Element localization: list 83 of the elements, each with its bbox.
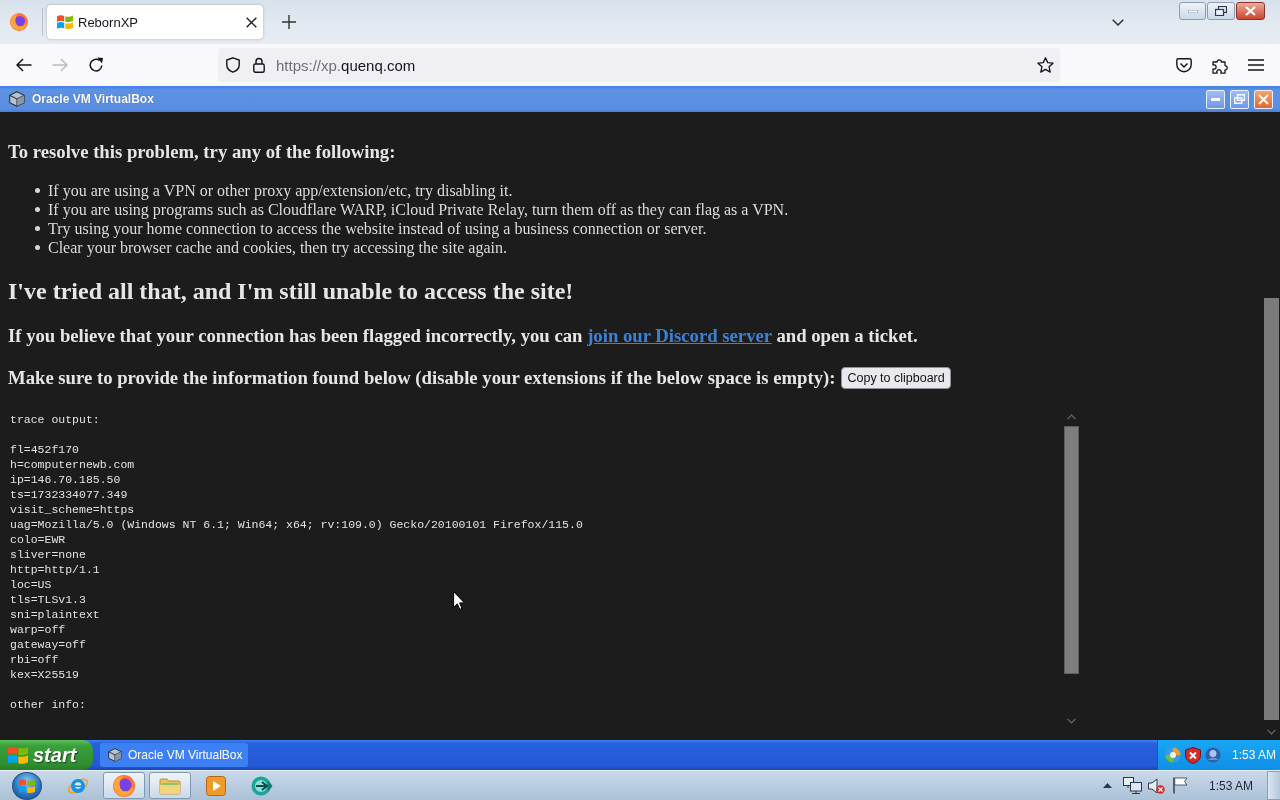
chevron-down-icon — [1066, 718, 1076, 724]
step-text: If you are using a VPN or other proxy app/extension/etc, try disabling it. — [48, 181, 513, 200]
start-button[interactable]: start — [0, 740, 93, 770]
tab-title: RebornXP — [78, 14, 138, 30]
cube-icon — [108, 748, 122, 762]
taskbar-app-button[interactable] — [103, 772, 145, 799]
lock-icon[interactable] — [253, 57, 265, 73]
mouse-pointer-icon — [453, 591, 465, 610]
help-heading: I've tried all that, and I'm still unable to access the site! — [8, 277, 574, 305]
circular-arrow-icon[interactable] — [88, 57, 104, 73]
close-icon — [1258, 93, 1269, 105]
menu-icon[interactable] — [1248, 59, 1264, 71]
trace-line: visit_scheme=https — [10, 502, 135, 517]
trace-section-title: other info: — [10, 697, 86, 712]
arrow-left-icon[interactable] — [16, 58, 32, 72]
url-text: https://xp.quenq.com — [276, 56, 416, 74]
trace-line: uag=Mozilla/5.0 (Windows NT 6.1; Win64; x64; rv:109.0) Gecko/20100101 Firefox/115.0 — [10, 517, 583, 532]
speaker-muted-icon[interactable] — [1147, 777, 1165, 794]
close-icon — [1245, 6, 1256, 16]
scrollbar-thumb[interactable] — [1063, 426, 1079, 674]
taskbar-button[interactable]: Oracle VM VirtualBox — [100, 743, 248, 767]
trace-line: rbi=off — [10, 652, 59, 667]
bullet-icon — [35, 188, 40, 193]
flag-logo-icon — [8, 745, 28, 765]
flag-icon[interactable] — [1172, 777, 1188, 794]
network-icon[interactable] — [1122, 777, 1142, 794]
clock-text: 1:53 AM — [1208, 778, 1253, 793]
start-orb-button[interactable] — [12, 771, 42, 800]
trace-section-title: trace output: — [10, 412, 100, 427]
address-bar[interactable]: https://xp.quenq.com — [218, 48, 1060, 82]
restore-button[interactable] — [1207, 2, 1235, 20]
fox-globe-icon[interactable] — [10, 13, 28, 31]
trace-line: loc=US — [10, 577, 52, 592]
info-prompt-text: Make sure to provide the information found below (disable your extensions if the below space is empty): — [8, 366, 836, 389]
trace-line: kex=X25519 — [10, 667, 79, 682]
step-text: Clear your browser cache and cookies, then try accessing the site again. — [48, 238, 507, 257]
user-icon[interactable] — [1205, 747, 1221, 763]
minimize-icon — [1187, 9, 1198, 13]
copy-button[interactable]: Copy to clipboard — [841, 366, 951, 389]
puzzle-icon[interactable] — [1212, 56, 1228, 74]
restore-icon — [1234, 94, 1245, 104]
star-icon[interactable] — [1037, 57, 1054, 73]
minimize-icon — [1211, 97, 1220, 101]
step-text: If you are using programs such as Cloudflare WARP, iCloud Private Relay, turn them off as they can flag as a VPN. — [48, 200, 789, 219]
caret-up-icon[interactable] — [1102, 783, 1112, 788]
scrollbar-thumb[interactable] — [1264, 298, 1279, 720]
bullet-icon — [35, 226, 40, 231]
trace-line: http=http/1.1 — [10, 562, 100, 577]
window-title: Oracle VM VirtualBox — [32, 92, 154, 106]
folder-icon — [159, 776, 181, 795]
trace-line: h=computernewb.com — [10, 457, 135, 472]
cube-icon — [9, 91, 25, 107]
trace-line: colo=EWR — [10, 532, 66, 547]
trace-line: fl=452f170 — [10, 442, 79, 457]
browser-tab[interactable]: RebornXP — [47, 5, 263, 39]
resolve-heading: To resolve this problem, try any of the following: — [8, 141, 396, 163]
fox-globe-icon — [113, 774, 135, 797]
bullet-icon — [35, 245, 40, 250]
trace-line: gateway=off — [10, 637, 86, 652]
contact-text: If you believe that your connection has been flagged incorrectly, you can join our Discord server and open a ticket. — [8, 325, 918, 347]
chevron-down-icon — [1267, 729, 1276, 735]
trace-line: sni=plaintext — [10, 607, 100, 622]
shield-icon[interactable] — [226, 57, 240, 73]
chevron-up-icon — [1066, 414, 1076, 420]
close-button[interactable] — [1236, 2, 1265, 20]
clock-text: 1:53 AM — [1232, 748, 1277, 762]
trace-line: tls=TLSv1.3 — [10, 592, 86, 607]
chevron-down-icon[interactable] — [1112, 18, 1124, 26]
step-text: Try using your home connection to access the website instead of using a business connection or server. — [48, 219, 707, 238]
trace-line: ts=1732334077.349 — [10, 487, 128, 502]
restore-icon — [1215, 6, 1227, 16]
shield-alert-icon[interactable] — [1185, 746, 1201, 764]
flag-logo-icon — [19, 777, 35, 794]
close-icon[interactable] — [246, 16, 257, 28]
discord-link[interactable]: join our Discord server — [587, 325, 772, 346]
flag-logo-icon — [57, 14, 73, 30]
trace-line: sliver=none — [10, 547, 86, 562]
trace-line: ip=146.70.185.50 — [10, 472, 121, 487]
trace-line: warp=off — [10, 622, 66, 637]
plus-icon[interactable] — [282, 15, 296, 29]
bullet-icon — [35, 207, 40, 212]
chevron-badge-icon[interactable] — [1176, 57, 1192, 73]
play-icon — [206, 775, 226, 796]
